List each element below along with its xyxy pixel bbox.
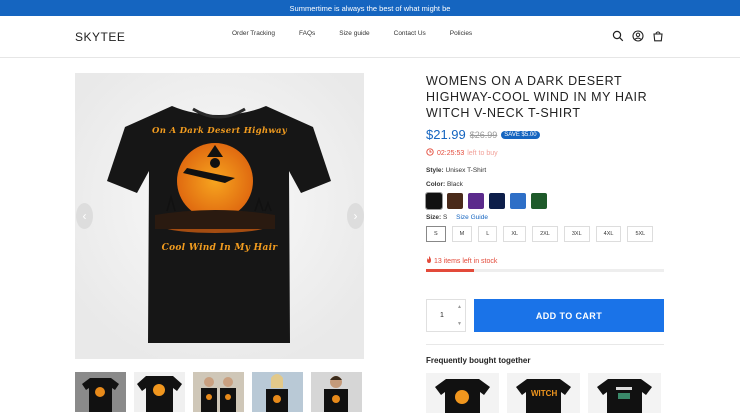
nav-contact-us[interactable]: Contact Us [394, 30, 426, 37]
size-option-3xl[interactable]: 3XL [563, 226, 590, 242]
announcement-text: Summertime is always the best of what mi… [289, 3, 451, 13]
fbt-product[interactable] [588, 373, 661, 413]
size-label: Size: [426, 214, 442, 221]
style-value: Unisex T-Shirt [445, 167, 487, 174]
size-option-s[interactable]: S [426, 226, 446, 242]
color-value: Black [446, 181, 463, 188]
color-swatch[interactable] [468, 193, 484, 209]
save-badge: SAVE $5.00 [501, 130, 540, 139]
stock-progress-fill [426, 269, 474, 272]
nav-faqs[interactable]: FAQs [299, 30, 315, 37]
thumbnail[interactable] [75, 372, 126, 412]
gallery-prev-button[interactable]: ‹ [76, 203, 93, 229]
search-icon[interactable] [612, 29, 624, 42]
chevron-up-icon[interactable]: ▲ [457, 304, 462, 310]
thumbnail[interactable] [193, 372, 244, 412]
color-swatch[interactable] [510, 193, 526, 209]
product-title: WOMENS ON A DARK DESERT HIGHWAY-COOL WIN… [426, 74, 648, 120]
style-option: Style: Unisex T-Shirt [426, 167, 666, 174]
timer-value: 02:25:53 [437, 149, 465, 157]
thumbnail[interactable] [134, 372, 185, 412]
fire-icon [426, 256, 434, 265]
compare-price: $26.99 [469, 129, 498, 140]
price-row: $21.99 $26.99 SAVE $5.00 [426, 127, 666, 142]
site-header: SKYTEE Order Tracking FAQs Size guide Co… [0, 16, 740, 58]
stock-text: 13 items left in stock [433, 258, 498, 265]
thumbnail[interactable] [311, 372, 362, 412]
size-option-xl[interactable]: XL [503, 226, 527, 242]
current-price: $21.99 [426, 127, 466, 142]
color-label: Color: [426, 181, 446, 188]
style-label: Style: [426, 167, 444, 174]
color-swatch[interactable] [489, 193, 505, 209]
shirt-print-text-top: On A Dark Desert Highway [152, 126, 287, 136]
main-nav: Order Tracking FAQs Size guide Contact U… [232, 30, 496, 37]
chevron-left-icon: ‹ [82, 209, 87, 223]
nav-policies[interactable]: Policies [450, 30, 472, 37]
fbt-print-text: WITCH [531, 389, 558, 398]
gallery-next-button[interactable]: › [347, 203, 364, 229]
nav-order-tracking[interactable]: Order Tracking [232, 30, 275, 37]
frequently-bought-items: WITCH [426, 373, 661, 413]
account-icon[interactable] [632, 29, 644, 42]
announcement-bar: Summertime is always the best of what mi… [0, 0, 740, 16]
color-swatch[interactable] [531, 193, 547, 209]
size-option: Size: S Size Guide [426, 214, 666, 221]
size-guide-link[interactable]: Size Guide [456, 214, 488, 221]
chevron-down-icon[interactable]: ▼ [457, 321, 462, 327]
shirt-print-text-bottom: Cool Wind In My Hair [161, 243, 278, 253]
fbt-product[interactable]: WITCH [507, 373, 580, 413]
quantity-value[interactable]: 1 [440, 312, 444, 319]
tshirt-image [75, 73, 364, 359]
logo[interactable]: SKYTEE [75, 30, 125, 44]
chevron-right-icon: › [353, 209, 358, 223]
stock-progress-bar [426, 269, 664, 272]
timer-label: left to buy [467, 149, 498, 157]
color-swatches [425, 192, 666, 210]
size-option-5xl[interactable]: 5XL [627, 226, 654, 242]
fbt-product[interactable] [426, 373, 499, 413]
frequently-bought-title: Frequently bought together [426, 356, 531, 365]
nav-size-guide[interactable]: Size guide [339, 30, 369, 37]
size-value: S [442, 214, 448, 221]
thumbnail[interactable] [252, 372, 303, 412]
color-swatch[interactable] [447, 193, 463, 209]
size-option-l[interactable]: L [478, 226, 498, 242]
cart-icon[interactable] [652, 29, 664, 42]
color-option: Color: Black [426, 181, 666, 188]
size-option-4xl[interactable]: 4XL [595, 226, 622, 242]
size-option-m[interactable]: M [451, 226, 473, 242]
add-to-cart-button[interactable]: ADD TO CART [474, 299, 664, 332]
product-info: WOMENS ON A DARK DESERT HIGHWAY-COOL WIN… [425, 73, 666, 413]
divider [426, 344, 664, 345]
color-swatch[interactable] [425, 192, 443, 210]
size-options: S M L XL 2XL 3XL 4XL 5XL [426, 226, 666, 242]
countdown-timer: 02:25:53 left to buy [426, 148, 666, 158]
quantity-stepper[interactable]: 1 ▲ ▼ [426, 299, 466, 332]
thumbnail-strip [75, 372, 362, 412]
size-option-2xl[interactable]: 2XL [532, 226, 558, 242]
stock-notice: 13 items left in stock [426, 256, 666, 265]
product-main-image[interactable] [75, 73, 364, 359]
clock-icon [426, 148, 434, 158]
header-icons [612, 29, 664, 42]
